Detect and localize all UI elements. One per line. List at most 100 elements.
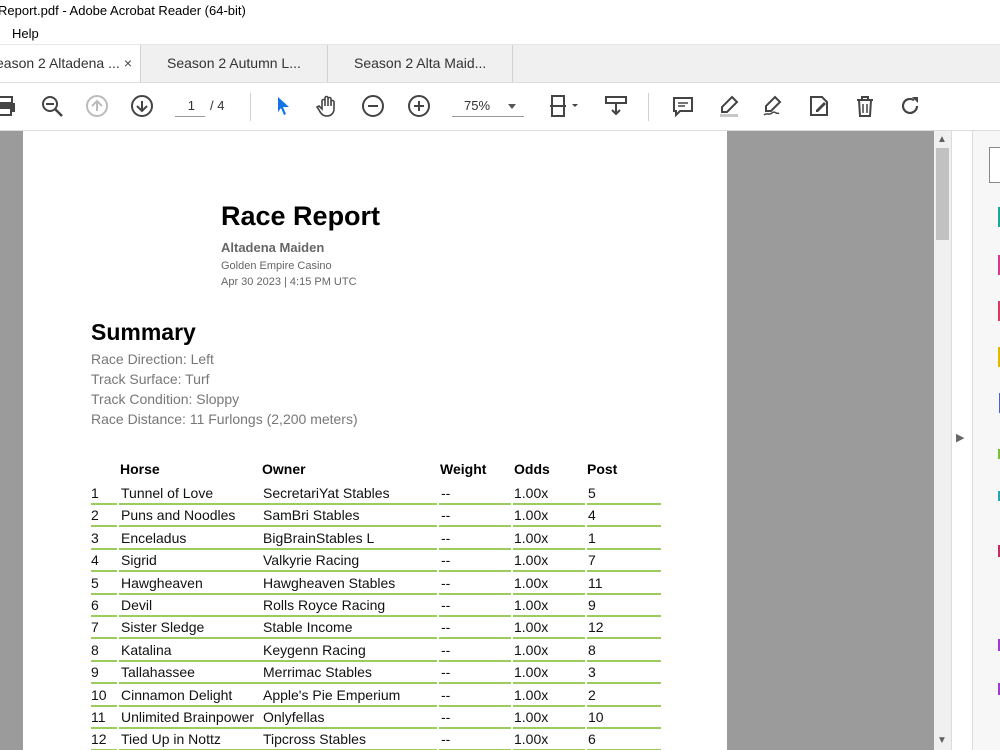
table-row: 1 Tunnel of Love SecretariYat Stables -- 1.0… bbox=[91, 483, 661, 505]
cell-horse: Unlimited Brainpower bbox=[121, 709, 255, 725]
column-header-horse: Horse bbox=[120, 461, 160, 477]
table-row: 6 Devil Rolls Royce Racing -- 1.00x 9 bbox=[91, 595, 661, 617]
zoom-level-select[interactable]: 75% bbox=[452, 95, 524, 117]
scroll-mode-button[interactable] bbox=[603, 93, 629, 119]
race-name: Altadena Maiden bbox=[221, 240, 325, 255]
tab-autumn[interactable]: Season 2 Autumn L... bbox=[141, 45, 328, 82]
cell-owner: Merrimac Stables bbox=[263, 664, 372, 681]
document-viewer[interactable]: Race Report Altadena Maiden Golden Empir… bbox=[0, 131, 934, 750]
cell-owner: Tipcross Stables bbox=[263, 731, 366, 748]
zoom-search-button[interactable] bbox=[39, 93, 65, 119]
scroll-down-icon[interactable]: ▼ bbox=[937, 735, 947, 746]
select-tool-button[interactable] bbox=[270, 93, 296, 119]
cell-odds: 1.00x bbox=[514, 597, 549, 613]
cell-horse: Sigrid bbox=[121, 552, 157, 569]
cell-post: 7 bbox=[588, 552, 596, 569]
highlighter-icon bbox=[720, 95, 739, 117]
cell-post: 6 bbox=[588, 731, 596, 748]
rotate-button[interactable] bbox=[897, 93, 923, 119]
column-header-odds: Odds bbox=[514, 461, 550, 477]
close-tab-icon[interactable]: × bbox=[124, 45, 132, 82]
cell-horse: Katalina bbox=[121, 641, 172, 658]
page-fit-button[interactable] bbox=[546, 93, 582, 119]
tools-search-box[interactable] bbox=[989, 147, 1000, 183]
pen-sign-icon bbox=[763, 95, 782, 116]
fill-sign-button[interactable] bbox=[806, 93, 832, 119]
zoom-in-button[interactable] bbox=[406, 93, 432, 119]
cell-position: 10 bbox=[91, 686, 107, 703]
cell-weight: -- bbox=[441, 619, 451, 636]
cell-horse: Sister Sledge bbox=[121, 619, 205, 636]
pdf-page: Race Report Altadena Maiden Golden Empir… bbox=[23, 131, 727, 750]
table-row: 7 Sister Sledge Stable Income -- 1.00x 12 bbox=[91, 617, 661, 640]
column-header-weight: Weight bbox=[440, 461, 487, 477]
tab-alta-maiden[interactable]: Season 2 Alta Maid... bbox=[328, 45, 513, 82]
cell-owner: Apple's Pie Emperium bbox=[263, 686, 401, 703]
page-number-input[interactable]: 1 bbox=[175, 95, 205, 117]
cell-weight: -- bbox=[441, 529, 451, 546]
zoom-out-button[interactable] bbox=[360, 93, 386, 119]
menu-bar: Help bbox=[0, 22, 1000, 45]
cell-owner: Valkyrie Racing bbox=[263, 552, 360, 569]
plus-circle-icon bbox=[408, 95, 430, 117]
chevron-down-icon bbox=[508, 104, 516, 109]
cell-position: 1 bbox=[91, 485, 99, 501]
next-page-button[interactable] bbox=[129, 93, 155, 119]
comment-icon bbox=[673, 97, 693, 118]
table-row: 11 Unlimited Brainpower Onlyfellas -- 1.00x 1… bbox=[91, 707, 661, 729]
cell-weight: -- bbox=[441, 686, 451, 703]
scrollbar-thumb[interactable] bbox=[936, 148, 949, 240]
cell-odds: 1.00x bbox=[514, 641, 549, 658]
comment-button[interactable] bbox=[670, 93, 696, 119]
cell-owner: Keygenn Racing bbox=[263, 641, 366, 658]
cell-odds: 1.00x bbox=[514, 664, 549, 681]
scroll-mode-icon bbox=[605, 96, 627, 116]
race-venue: Golden Empire Casino bbox=[221, 260, 332, 272]
fit-page-icon bbox=[550, 95, 578, 117]
toolbar: 1 / 4 75% bbox=[0, 83, 1000, 131]
cell-position: 12 bbox=[91, 731, 107, 748]
scroll-up-icon[interactable]: ▲ bbox=[937, 134, 947, 145]
cell-weight: -- bbox=[441, 574, 451, 591]
cell-owner: Hawgheaven Stables bbox=[263, 574, 396, 591]
sign-button[interactable] bbox=[760, 93, 786, 119]
cell-owner: Onlyfellas bbox=[263, 709, 325, 725]
cell-weight: -- bbox=[441, 552, 451, 569]
edit-document-icon bbox=[810, 96, 828, 116]
race-date: Apr 30 2023 | 4:15 PM UTC bbox=[221, 276, 357, 288]
print-icon bbox=[0, 96, 15, 116]
cell-position: 7 bbox=[91, 619, 99, 636]
cell-owner: BigBrainStables L bbox=[263, 529, 375, 546]
table-row: 2 Puns and Noodles SamBri Stables -- 1.00x 4 bbox=[91, 505, 661, 528]
table-row: 8 Katalina Keygenn Racing -- 1.00x 8 bbox=[91, 640, 661, 662]
cell-odds: 1.00x bbox=[514, 731, 549, 748]
cell-odds: 1.00x bbox=[514, 574, 549, 591]
window-title: Report.pdf - Adobe Acrobat Reader (64-bi… bbox=[0, 3, 246, 18]
arrow-up-circle-icon bbox=[86, 95, 108, 117]
previous-page-button[interactable] bbox=[84, 93, 110, 119]
cell-odds: 1.00x bbox=[514, 709, 549, 725]
print-button[interactable] bbox=[0, 93, 18, 119]
cell-post: 8 bbox=[588, 641, 596, 658]
cell-post: 1 bbox=[588, 529, 596, 546]
vertical-scrollbar[interactable]: ▲ ▼ bbox=[934, 131, 951, 750]
cell-post: 11 bbox=[588, 574, 603, 591]
cell-weight: -- bbox=[441, 709, 451, 725]
tab-altadena[interactable]: eason 2 Altadena ... × bbox=[0, 45, 141, 82]
search-icon bbox=[42, 96, 63, 117]
cell-owner: Rolls Royce Racing bbox=[263, 597, 386, 613]
highlight-button[interactable] bbox=[716, 93, 742, 119]
menu-help[interactable]: Help bbox=[12, 23, 39, 45]
column-header-owner: Owner bbox=[262, 461, 306, 477]
cell-odds: 1.00x bbox=[514, 485, 549, 501]
cell-weight: -- bbox=[441, 731, 451, 748]
panel-expand-icon[interactable]: ▶ bbox=[956, 431, 964, 444]
arrow-down-circle-icon bbox=[131, 95, 153, 117]
hand-tool-button[interactable] bbox=[315, 93, 341, 119]
summary-heading: Summary bbox=[91, 319, 196, 345]
tab-label: Season 2 Alta Maid... bbox=[354, 55, 487, 71]
cell-horse: Devil bbox=[121, 597, 153, 613]
trash-icon bbox=[857, 96, 873, 117]
document-tab-bar: eason 2 Altadena ... × Season 2 Autumn L… bbox=[0, 45, 1000, 83]
delete-button[interactable] bbox=[852, 93, 878, 119]
